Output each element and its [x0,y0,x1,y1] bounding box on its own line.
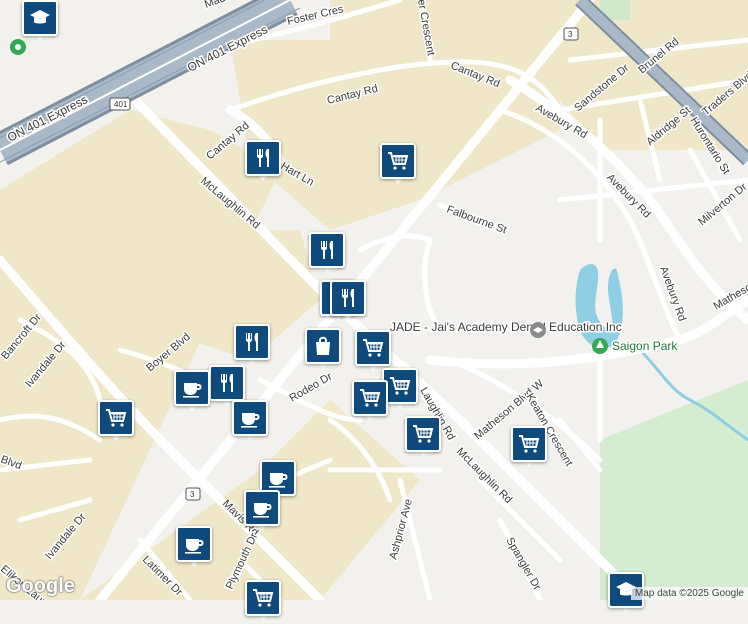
map-marker-cafe[interactable] [244,490,280,534]
map-marker-restaurant[interactable] [234,324,270,368]
shopping-cart-icon [388,374,412,398]
map-canvas[interactable]: ON 401 Express ON 401 Express 401 3 3 Fo… [0,0,748,600]
shopping-cart-icon [104,406,128,430]
fork-knife-icon [240,330,264,354]
shopping-cart-icon [358,386,382,410]
coffee-cup-icon [238,406,262,430]
poi-label: JADE - Jai's Academy Dental Education In… [390,320,622,334]
route-shield: 401 [110,98,130,110]
map-marker-restaurant[interactable] [309,232,345,276]
graduation-cap-icon [28,6,52,30]
map-marker-grocery[interactable] [98,400,134,444]
map-marker-school[interactable] [22,0,58,44]
map-marker-grocery[interactable] [511,426,547,470]
shield-label: 3 [568,30,573,39]
shopping-cart-icon [517,432,541,456]
map-marker-grocery[interactable] [405,416,441,460]
shield-label: 401 [114,100,128,109]
map-attribution[interactable]: Map data ©2025 Google [631,587,748,600]
poi-label: Saigon Park [612,339,678,353]
route-shield: 3 [564,28,578,40]
shopping-bag-icon [311,334,335,358]
shopping-cart-icon [411,422,435,446]
shield-label: 3 [190,490,195,499]
map-marker-restaurant[interactable] [245,140,281,184]
map-marker-cafe[interactable] [176,526,212,570]
poi-saigon-park[interactable]: Saigon Park [592,338,678,354]
shopping-cart-icon [361,336,385,360]
fork-knife-icon [251,146,275,170]
map-marker-restaurant[interactable] [330,280,366,324]
map-marker-grocery[interactable] [352,380,388,424]
coffee-cup-icon [182,532,206,556]
coffee-cup-icon [250,496,274,520]
fork-knife-icon [336,286,360,310]
route-shield: 3 [186,488,200,500]
map-marker-cafe[interactable] [232,400,268,444]
fork-knife-icon [315,238,339,262]
map-marker-grocery[interactable] [380,143,416,187]
map-marker-cafe[interactable] [174,370,210,414]
coffee-cup-icon [266,466,290,490]
fork-knife-icon [215,371,239,395]
shopping-cart-icon [251,586,275,610]
google-logo: Google [6,575,75,598]
shopping-cart-icon [386,149,410,173]
map-marker-shopping[interactable] [305,328,341,372]
coffee-cup-icon [180,376,204,400]
map-marker-grocery[interactable] [245,580,281,624]
